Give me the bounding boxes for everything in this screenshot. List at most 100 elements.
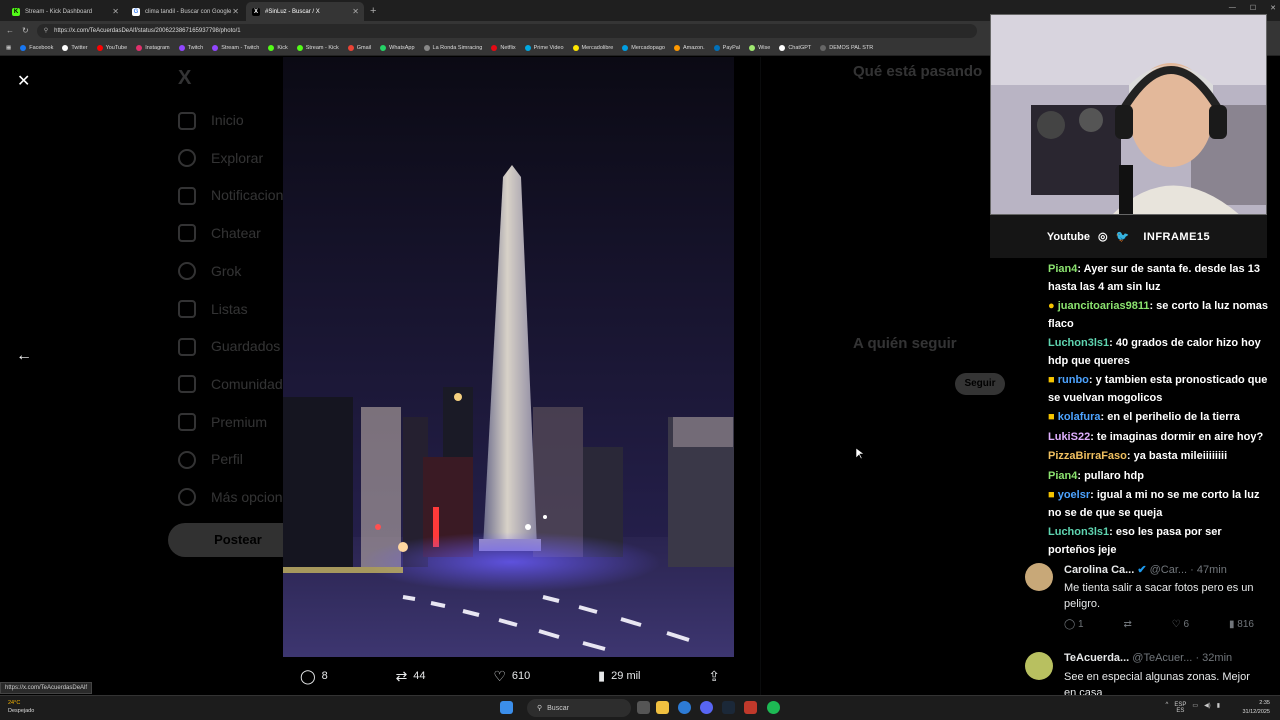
- chat-user: yoelsr: [1057, 489, 1091, 501]
- tray-chevron-icon[interactable]: ^: [1166, 702, 1169, 714]
- nav-lists[interactable]: Listas: [211, 301, 248, 317]
- site-info-icon[interactable]: ⚲: [44, 27, 48, 34]
- network-icon[interactable]: ▭: [1192, 702, 1198, 714]
- close-tab-icon[interactable]: ✕: [352, 7, 359, 16]
- photo-obelisco-night[interactable]: [283, 57, 734, 657]
- youtube-icon: [96, 44, 103, 51]
- chat-user: Luchon3ls1: [1048, 526, 1110, 538]
- previous-arrow-icon[interactable]: ←: [16, 347, 32, 365]
- new-tab-button[interactable]: +: [370, 5, 376, 17]
- chat-user: runbo: [1057, 374, 1089, 386]
- url-field[interactable]: ⚲ https://x.com/TeAcuerdasDeAlf/status/2…: [36, 23, 977, 38]
- steam-icon[interactable]: [722, 701, 735, 714]
- bookmark-youtube[interactable]: YouTube: [96, 44, 127, 51]
- like-button[interactable]: ♡ 610: [493, 668, 530, 685]
- tab-kick-dashboard[interactable]: K Stream - Kick Dashboard ✕: [6, 2, 124, 21]
- bookmark-amazon[interactable]: Amazon.: [673, 44, 705, 51]
- nav-grok[interactable]: Grok: [211, 263, 241, 279]
- chat-user: PizzaBirraFaso: [1048, 450, 1127, 462]
- tab-x-search[interactable]: X #SinLuz - Buscar / X ✕: [246, 2, 364, 21]
- reload-icon[interactable]: ↻: [22, 26, 29, 35]
- heart-icon: ♡: [493, 667, 506, 684]
- bookmark-kick[interactable]: Kick: [268, 44, 288, 51]
- tab-google-search[interactable]: G clima tandil - Buscar con Google ✕: [126, 2, 244, 21]
- nav-explore[interactable]: Explorar: [211, 150, 263, 166]
- discord-icon[interactable]: [700, 701, 713, 714]
- comment-count: 1: [1077, 619, 1084, 630]
- comment-button[interactable]: ◯ 1: [1064, 619, 1084, 630]
- volume-icon[interactable]: ◀): [1204, 702, 1211, 714]
- weather-widget[interactable]: 24°C Despejado: [8, 699, 34, 715]
- bookmark-netflix[interactable]: Netflix: [491, 44, 516, 51]
- repost-button[interactable]: ⇄ 44: [396, 668, 426, 685]
- nav-chat[interactable]: Chatear: [211, 225, 261, 241]
- window-controls: — ☐ ✕: [1229, 4, 1276, 12]
- chat-message: Pian4: pullaro hdp: [1048, 467, 1270, 485]
- reply-button[interactable]: ◯ 8: [300, 668, 328, 685]
- repost-icon[interactable]: ⇄: [1123, 619, 1131, 630]
- task-view-icon[interactable]: [637, 701, 650, 714]
- instagram-icon: [136, 44, 143, 51]
- trending-title: Qué está pasando: [853, 63, 983, 80]
- bookmark-gmail[interactable]: Gmail: [347, 44, 371, 51]
- like-count: 6: [1183, 619, 1190, 630]
- battery-icon[interactable]: ▮: [1217, 702, 1220, 714]
- maximize-icon[interactable]: ☐: [1250, 4, 1256, 12]
- bookmark-demos[interactable]: DEMOS PAL STR: [820, 44, 873, 51]
- bookmark-instagram[interactable]: Instagram: [136, 44, 170, 51]
- bookmark-label: Mercadopago: [631, 44, 665, 51]
- close-tab-icon[interactable]: ✕: [112, 7, 119, 16]
- nav-home[interactable]: Inicio: [211, 112, 244, 128]
- bookmark-la-ronda[interactable]: La Ronda Simracing: [423, 44, 482, 51]
- bookmark-twitter[interactable]: Twitter: [62, 44, 88, 51]
- taskbar-clock[interactable]: 2:35 31/12/2025: [1242, 699, 1270, 717]
- url-text: https://x.com/TeAcuerdasDeAlf/status/200…: [54, 27, 241, 34]
- communities-icon: [178, 375, 196, 393]
- nav-bookmarks[interactable]: Guardados: [211, 338, 280, 354]
- nav-profile[interactable]: Perfil: [211, 451, 243, 467]
- bookmark-wise[interactable]: Wise: [749, 44, 770, 51]
- edge-icon[interactable]: [678, 701, 691, 714]
- views-button[interactable]: ▮ 29 mil: [598, 668, 641, 684]
- reply-author: TeAcuerda... @TeAcuer... · 32min: [1064, 652, 1233, 664]
- reply-name: Carolina Ca...: [1064, 564, 1135, 576]
- bookmark-icon: [178, 338, 196, 356]
- app-icon[interactable]: [744, 701, 757, 714]
- file-explorer-icon[interactable]: [656, 701, 669, 714]
- windows-start-icon[interactable]: [500, 701, 513, 714]
- taskbar-search[interactable]: ⚲ Buscar: [527, 699, 631, 717]
- spotify-icon[interactable]: [767, 701, 780, 714]
- bookmark-chatgpt[interactable]: ChatGPT: [779, 44, 812, 51]
- tab-label: #SinLuz - Buscar / X: [265, 8, 320, 15]
- bookmark-whatsapp[interactable]: WhatsApp: [380, 44, 415, 51]
- nav-premium[interactable]: Premium: [211, 414, 267, 430]
- bookmark-mercadopago[interactable]: Mercadopago: [622, 44, 665, 51]
- bookmark-facebook[interactable]: Facebook: [20, 44, 53, 51]
- bookmarks-apps-icon[interactable]: ▦: [6, 45, 11, 51]
- language-indicator[interactable]: ESP ES: [1174, 702, 1186, 714]
- avatar: [1025, 563, 1053, 591]
- close-window-icon[interactable]: ✕: [1270, 4, 1276, 12]
- instagram-icon: ◎: [1098, 231, 1108, 243]
- like-button[interactable]: ♡ 6: [1172, 619, 1189, 630]
- tab-label: Stream - Kick Dashboard: [25, 8, 93, 15]
- share-button[interactable]: ⇪: [708, 668, 720, 685]
- minimize-icon[interactable]: —: [1229, 4, 1236, 12]
- bookmark-stream-kick[interactable]: Stream - Kick: [296, 44, 339, 51]
- mercadolibre-icon: [572, 44, 579, 51]
- bookmark-prime-video[interactable]: Prime Video: [524, 44, 564, 51]
- back-icon[interactable]: ←: [6, 26, 14, 35]
- chat-text: : en el perihelio de la tierra: [1100, 411, 1240, 423]
- views-button[interactable]: ▮ 816: [1229, 619, 1254, 630]
- bookmark-twitch[interactable]: Twitch: [178, 44, 203, 51]
- close-tab-icon[interactable]: ✕: [232, 7, 239, 16]
- bookmark-paypal[interactable]: PayPal: [713, 44, 740, 51]
- list-icon: [178, 300, 196, 318]
- bookmark-stream-twitch[interactable]: Stream - Twitch: [212, 44, 259, 51]
- bookmark-label: ChatGPT: [788, 44, 812, 51]
- follow-button[interactable]: Seguir: [955, 373, 1005, 395]
- status-bar-url: https://x.com/TeAcuerdasDeAlf: [0, 682, 93, 694]
- chat-text: : te imaginas dormir en aire hoy?: [1090, 431, 1264, 443]
- bookmark-mercadolibre[interactable]: Mercadolibre: [572, 44, 613, 51]
- close-photo-icon[interactable]: ✕: [17, 71, 30, 91]
